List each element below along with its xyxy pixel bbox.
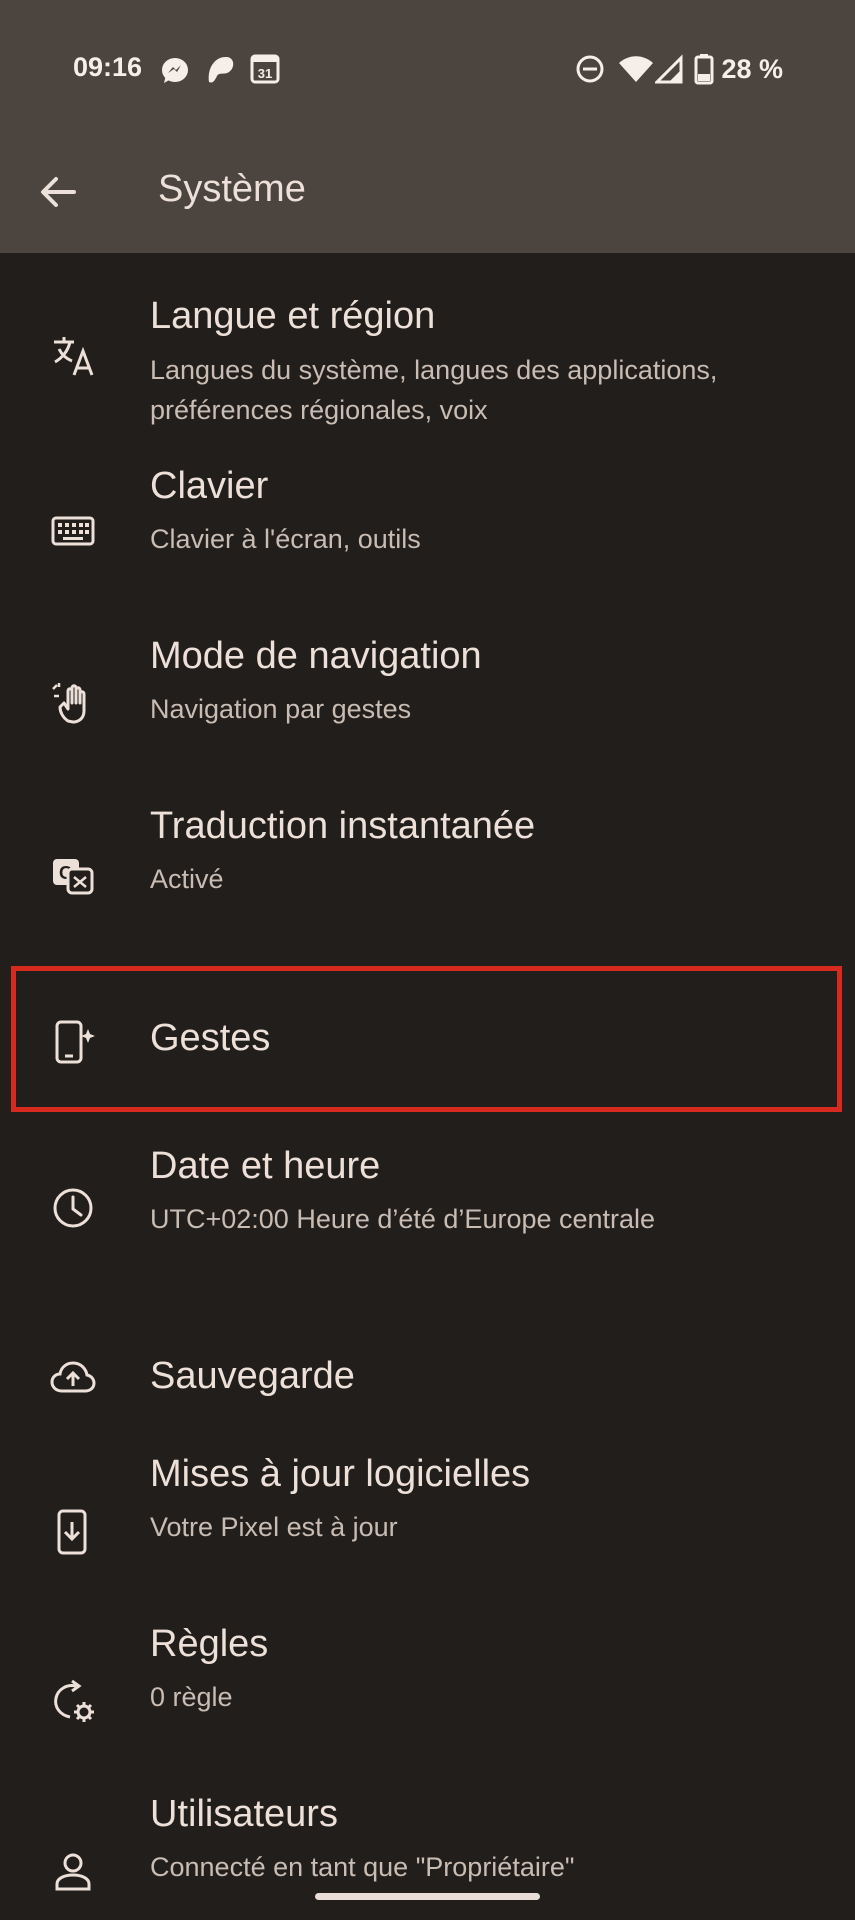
svg-text:31: 31 — [258, 66, 272, 81]
item-subtitle: Votre Pixel est à jour — [150, 1512, 398, 1542]
settings-item-keyboard[interactable]: Clavier Clavier à l'écran, outils — [0, 453, 855, 623]
system-update-icon — [57, 1509, 87, 1555]
calendar-icon: 31 — [250, 54, 280, 84]
rules-icon — [54, 1679, 94, 1722]
app-notification-icon — [208, 56, 234, 83]
status-time: 09:16 — [73, 52, 143, 82]
settings-item-date-time[interactable]: Date et heure UTC+02:00 Heure d’été d’Eu… — [0, 1133, 855, 1303]
translate-icon — [54, 337, 94, 376]
settings-item-rules[interactable]: Règles 0 règle — [0, 1613, 855, 1783]
item-subtitle: Activé — [150, 864, 224, 894]
wifi-icon — [619, 56, 654, 82]
clock-icon — [53, 1188, 93, 1228]
settings-item-navigation-mode[interactable]: Mode de navigation Navigation par gestes — [0, 623, 855, 793]
phone-sparkle-icon — [55, 1020, 95, 1064]
page-title: Système — [158, 168, 306, 210]
item-subtitle: Connecté en tant que "Propriétaire" — [150, 1852, 575, 1882]
status-bar: 09:16 31 28 % — [0, 40, 855, 98]
item-title: Date et heure — [150, 1145, 381, 1187]
top-app-bar: 09:16 31 28 % Système — [0, 0, 855, 253]
item-title: Langue et région — [150, 295, 436, 337]
item-subtitle: Clavier à l'écran, outils — [150, 524, 421, 554]
messenger-icon — [162, 58, 188, 83]
battery-level: 28 % — [721, 53, 783, 84]
item-title: Règles — [150, 1623, 269, 1665]
settings-item-language[interactable]: Langue et région Langues du système, lan… — [0, 253, 855, 453]
status-right: 28 % — [573, 52, 783, 86]
back-arrow-icon[interactable] — [36, 170, 80, 214]
item-subtitle: 0 règle — [150, 1682, 233, 1712]
live-translate-icon: G — [53, 859, 94, 895]
item-subtitle: UTC+02:00 Heure d’été d’Europe centrale — [150, 1204, 656, 1234]
item-title: Clavier — [150, 465, 269, 507]
settings-item-live-translate[interactable]: G Traduction instantanée Activé — [0, 793, 855, 963]
item-title: Utilisateurs — [150, 1793, 338, 1835]
item-subtitle: Langues du système, langues des applicat… — [150, 355, 718, 425]
gesture-hand-icon — [52, 683, 86, 724]
item-title: Mises à jour logicielles — [150, 1453, 531, 1495]
item-title: Sauvegarde — [150, 1355, 355, 1397]
battery-icon — [694, 54, 714, 85]
settings-item-gestures[interactable]: Gestes — [0, 963, 855, 1133]
item-title: Gestes — [150, 1017, 271, 1059]
item-title: Mode de navigation — [150, 635, 482, 677]
do-not-disturb-icon — [576, 55, 604, 83]
cloud-upload-icon — [50, 1361, 96, 1393]
item-subtitle: Navigation par gestes — [150, 694, 412, 724]
item-title: Traduction instantanée — [150, 805, 536, 847]
keyboard-icon — [51, 516, 95, 546]
home-gesture-bar[interactable] — [315, 1893, 540, 1900]
person-icon — [55, 1853, 91, 1891]
settings-screen: 09:16 31 28 % Système Langue et région L… — [0, 0, 855, 1920]
settings-item-software-updates[interactable]: Mises à jour logicielles Votre Pixel est… — [0, 1443, 855, 1613]
signal-icon — [655, 54, 683, 84]
